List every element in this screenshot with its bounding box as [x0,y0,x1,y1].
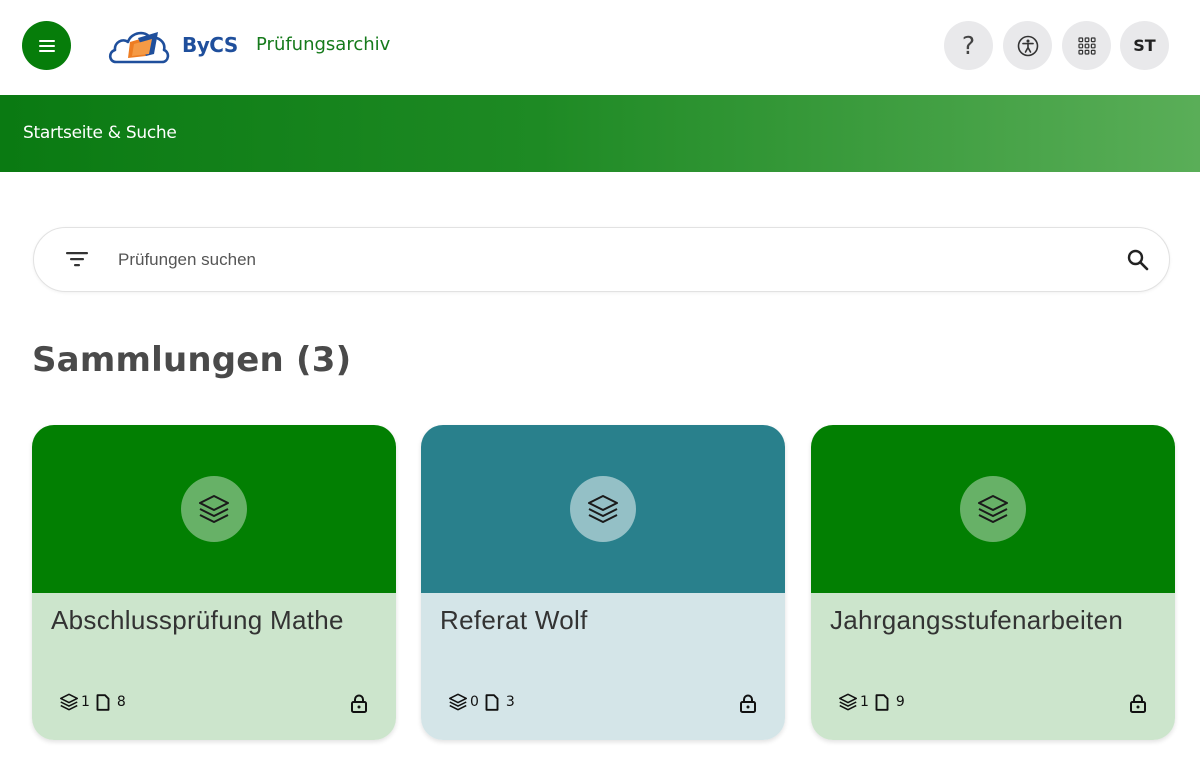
layers-small-icon [839,693,857,711]
accessibility-button[interactable] [1003,21,1052,70]
search-input[interactable] [118,246,1068,274]
document-icon [96,693,110,711]
breadcrumb-home-search[interactable]: Startseite & Suche [23,123,177,143]
apps-button[interactable] [1062,21,1111,70]
app-title: Prüfungsarchiv [256,34,391,55]
layers-icon [978,495,1008,523]
lock-icon [1130,694,1146,713]
card-title: Abschlussprüfung Mathe [51,605,344,635]
layers-icon [588,495,618,523]
page-banner [0,95,1200,172]
document-count: 8 [116,694,126,710]
lock-icon [351,694,367,713]
card-title: Referat Wolf [440,605,588,635]
card-body: Jahrgangsstufenarbeiten 1 9 [811,593,1175,740]
card-body: Referat Wolf 0 3 [421,593,785,740]
search-icon [1127,249,1149,271]
subcollection-count: 1 [860,694,869,710]
help-button[interactable]: ? [944,21,993,70]
document-icon [485,693,499,711]
collection-card[interactable]: Abschlussprüfung Mathe 1 8 [32,425,396,740]
collections-heading: Sammlungen (3) [32,340,352,380]
card-body: Abschlussprüfung Mathe 1 8 [32,593,396,740]
menu-button[interactable] [22,21,71,70]
card-title: Jahrgangsstufenarbeiten [830,605,1124,635]
accessibility-icon [1017,35,1038,56]
apps-grid-icon [1077,36,1096,55]
subcollection-count: 0 [470,694,479,710]
layers-small-icon [449,693,467,711]
card-meta: 1 9 [838,692,911,712]
card-icon-circle [570,476,636,542]
document-count: 9 [895,694,905,710]
search-button[interactable] [1121,243,1155,277]
help-icon: ? [961,31,976,60]
collection-card[interactable]: Jahrgangsstufenarbeiten 1 9 [811,425,1175,740]
user-avatar[interactable]: ST [1120,21,1169,70]
hamburger-icon [38,39,55,52]
document-count: 3 [505,694,515,710]
document-icon [875,693,889,711]
avatar-initials: ST [1133,36,1156,55]
card-icon-circle [181,476,247,542]
filter-icon [66,252,88,267]
collection-card[interactable]: Referat Wolf 0 3 [421,425,785,740]
card-icon-circle [960,476,1026,542]
logo-text: ByCS [182,33,238,57]
lock-icon [740,694,756,713]
layers-small-icon [60,693,78,711]
subcollection-count: 1 [81,694,90,710]
card-meta: 0 3 [448,692,521,712]
card-meta: 1 8 [59,692,132,712]
top-bar: ByCS Prüfungsarchiv ? ST [0,0,1200,95]
layers-icon [199,495,229,523]
filter-button[interactable] [54,243,100,275]
